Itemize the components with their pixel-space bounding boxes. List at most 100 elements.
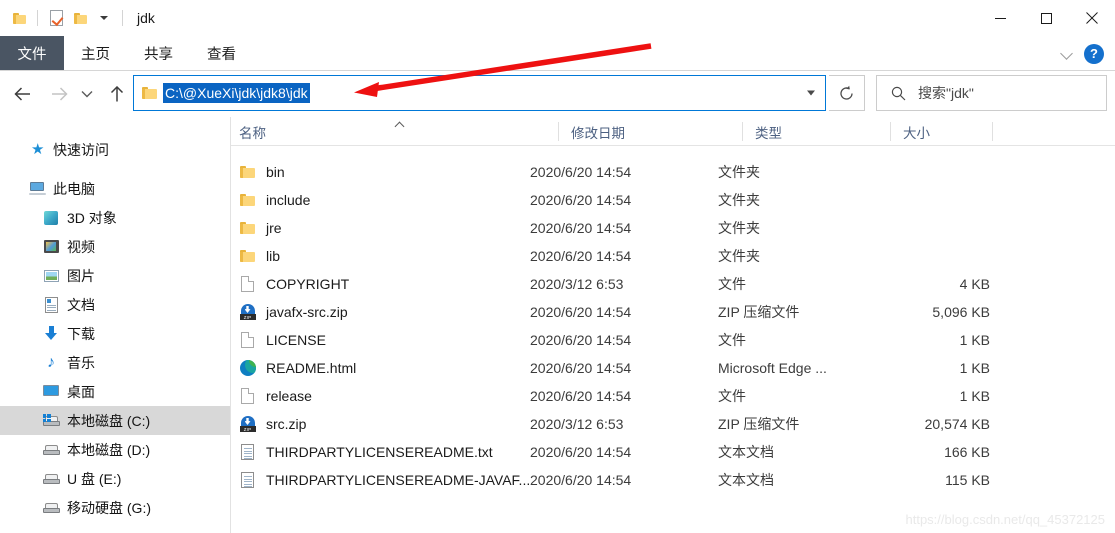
column-divider-1[interactable] xyxy=(558,122,559,141)
column-header-date[interactable]: 修改日期 xyxy=(571,117,625,146)
refresh-icon xyxy=(840,85,853,100)
qat-new-folder-button[interactable] xyxy=(69,7,91,29)
sidebar-item-desktop[interactable]: 桌面 xyxy=(0,377,230,406)
text-file-icon xyxy=(239,471,256,489)
address-dropdown-icon[interactable] xyxy=(807,90,815,96)
drive-icon xyxy=(42,499,60,517)
column-header-name[interactable]: 名称 xyxy=(239,117,266,146)
file-name-text: THIRDPARTYLICENSEREADME.txt xyxy=(266,444,493,460)
expand-ribbon-chevron-icon[interactable] xyxy=(1060,47,1074,61)
file-name-cell: release xyxy=(239,382,312,410)
search-input[interactable]: 搜索"jdk" xyxy=(918,83,974,103)
sidebar-item-documents[interactable]: 文档 xyxy=(0,290,230,319)
file-date-cell: 2020/6/20 14:54 xyxy=(530,444,632,460)
file-date-cell: 2020/6/20 14:54 xyxy=(530,304,632,320)
table-row[interactable]: include 2020/6/20 14:54 文件夹 xyxy=(231,186,1115,214)
sidebar-item-this-pc[interactable]: 此电脑 xyxy=(0,174,230,203)
tab-share[interactable]: 共享 xyxy=(127,36,190,71)
file-name-cell: THIRDPARTYLICENSEREADME.txt xyxy=(239,438,493,466)
file-name-text: release xyxy=(266,388,312,404)
edge-html-icon xyxy=(239,359,256,377)
documents-icon xyxy=(42,296,60,314)
table-row[interactable]: ZIP src.zip 2020/3/12 6:53 ZIP 压缩文件 20,5… xyxy=(231,410,1115,438)
close-button[interactable] xyxy=(1069,0,1115,36)
file-name-text: COPYRIGHT xyxy=(266,276,350,292)
maximize-icon xyxy=(1040,12,1052,24)
sidebar-item-local-disk-d[interactable]: 本地磁盘 (D:) xyxy=(0,435,230,464)
music-icon: ♪ xyxy=(47,354,55,371)
address-bar[interactable]: C:\@XueXi\jdk\jdk8\jdk xyxy=(133,75,826,111)
file-size-cell: 1 KB xyxy=(959,388,990,404)
sidebar-item-usb-drive-e[interactable]: U 盘 (E:) xyxy=(0,464,230,493)
table-row[interactable]: bin 2020/6/20 14:54 文件夹 xyxy=(231,158,1115,186)
column-divider-4[interactable] xyxy=(992,122,993,141)
file-size-cell xyxy=(831,214,990,242)
search-box[interactable]: 搜索"jdk" xyxy=(876,75,1107,111)
column-header-type[interactable]: 类型 xyxy=(755,117,782,146)
sidebar-item-local-disk-c[interactable]: 本地磁盘 (C:) xyxy=(0,406,230,435)
sidebar-item-label: 快速访问 xyxy=(53,141,109,158)
up-button[interactable] xyxy=(102,79,132,109)
table-row[interactable]: ZIP javafx-src.zip 2020/6/20 14:54 ZIP 压… xyxy=(231,298,1115,326)
qat-customize-button[interactable] xyxy=(93,7,115,29)
file-type-cell: 文件 xyxy=(718,332,746,348)
refresh-button[interactable] xyxy=(829,75,865,111)
table-row[interactable]: THIRDPARTYLICENSEREADME-JAVAF... 2020/6/… xyxy=(231,466,1115,494)
table-row[interactable]: release 2020/6/20 14:54 文件 1 KB xyxy=(231,382,1115,410)
maximize-button[interactable] xyxy=(1023,0,1069,36)
file-name-cell: include xyxy=(239,186,310,214)
qat-separator-2 xyxy=(122,10,123,26)
file-type-cell: 文件夹 xyxy=(718,164,760,180)
sidebar-item-downloads[interactable]: 下载 xyxy=(0,319,230,348)
sidebar-item-music[interactable]: ♪ 音乐 xyxy=(0,348,230,377)
column-header-size[interactable]: 大小 xyxy=(903,117,930,146)
recent-locations-button[interactable] xyxy=(76,79,98,109)
column-divider-2[interactable] xyxy=(742,122,743,141)
minimize-button[interactable] xyxy=(977,0,1023,36)
sidebar-item-label: 桌面 xyxy=(67,383,95,400)
table-row[interactable]: COPYRIGHT 2020/3/12 6:53 文件 4 KB xyxy=(231,270,1115,298)
sidebar-item-3d-objects[interactable]: 3D 对象 xyxy=(0,203,230,232)
sidebar-item-quick-access[interactable]: ★ 快速访问 xyxy=(0,135,230,164)
tab-home[interactable]: 主页 xyxy=(64,36,127,71)
help-button[interactable]: ? xyxy=(1084,43,1104,64)
tab-view[interactable]: 查看 xyxy=(190,36,253,71)
file-size-cell: 1 KB xyxy=(959,360,990,376)
drive-icon xyxy=(42,470,60,488)
file-size-cell: 1 KB xyxy=(959,332,990,348)
file-type-cell: Microsoft Edge ... xyxy=(718,360,827,376)
qat-properties-button[interactable] xyxy=(45,7,67,29)
file-date-cell: 2020/3/12 6:53 xyxy=(530,276,624,292)
file-name-text: jre xyxy=(266,220,282,236)
new-folder-icon xyxy=(73,12,87,24)
file-name-cell: jre xyxy=(239,214,282,242)
tab-file[interactable]: 文件 xyxy=(0,36,64,71)
address-input[interactable]: C:\@XueXi\jdk\jdk8\jdk xyxy=(163,83,310,103)
sidebar-item-label: 本地磁盘 (D:) xyxy=(67,441,151,458)
quick-access-toolbar xyxy=(0,0,128,36)
back-button[interactable] xyxy=(8,79,38,109)
table-row[interactable]: THIRDPARTYLICENSEREADME.txt 2020/6/20 14… xyxy=(231,438,1115,466)
column-divider-3[interactable] xyxy=(890,122,891,141)
sidebar-item-label: 移动硬盘 (G:) xyxy=(67,499,151,516)
table-row[interactable]: lib 2020/6/20 14:54 文件夹 xyxy=(231,242,1115,270)
sidebar-item-pictures[interactable]: 图片 xyxy=(0,261,230,290)
sidebar-item-videos[interactable]: 视频 xyxy=(0,232,230,261)
sidebar-item-label: 视频 xyxy=(67,238,95,255)
close-icon xyxy=(1086,12,1098,24)
file-name-cell: lib xyxy=(239,242,280,270)
cube-icon xyxy=(42,209,60,227)
file-name-cell: THIRDPARTYLICENSEREADME-JAVAF... xyxy=(239,466,530,494)
file-size-cell: 5,096 KB xyxy=(932,304,990,320)
file-name-text: include xyxy=(266,192,311,208)
forward-button[interactable] xyxy=(44,79,74,109)
table-row[interactable]: README.html 2020/6/20 14:54 Microsoft Ed… xyxy=(231,354,1115,382)
sidebar-item-label: U 盘 (E:) xyxy=(67,470,122,487)
window-controls xyxy=(977,0,1115,36)
qat-folder-button[interactable] xyxy=(8,7,30,29)
file-name-text: bin xyxy=(266,164,285,180)
table-row[interactable]: LICENSE 2020/6/20 14:54 文件 1 KB xyxy=(231,326,1115,354)
table-row[interactable]: jre 2020/6/20 14:54 文件夹 xyxy=(231,214,1115,242)
sidebar-item-label: 3D 对象 xyxy=(67,209,117,226)
sidebar-item-removable-disk-g[interactable]: 移动硬盘 (G:) xyxy=(0,493,230,522)
